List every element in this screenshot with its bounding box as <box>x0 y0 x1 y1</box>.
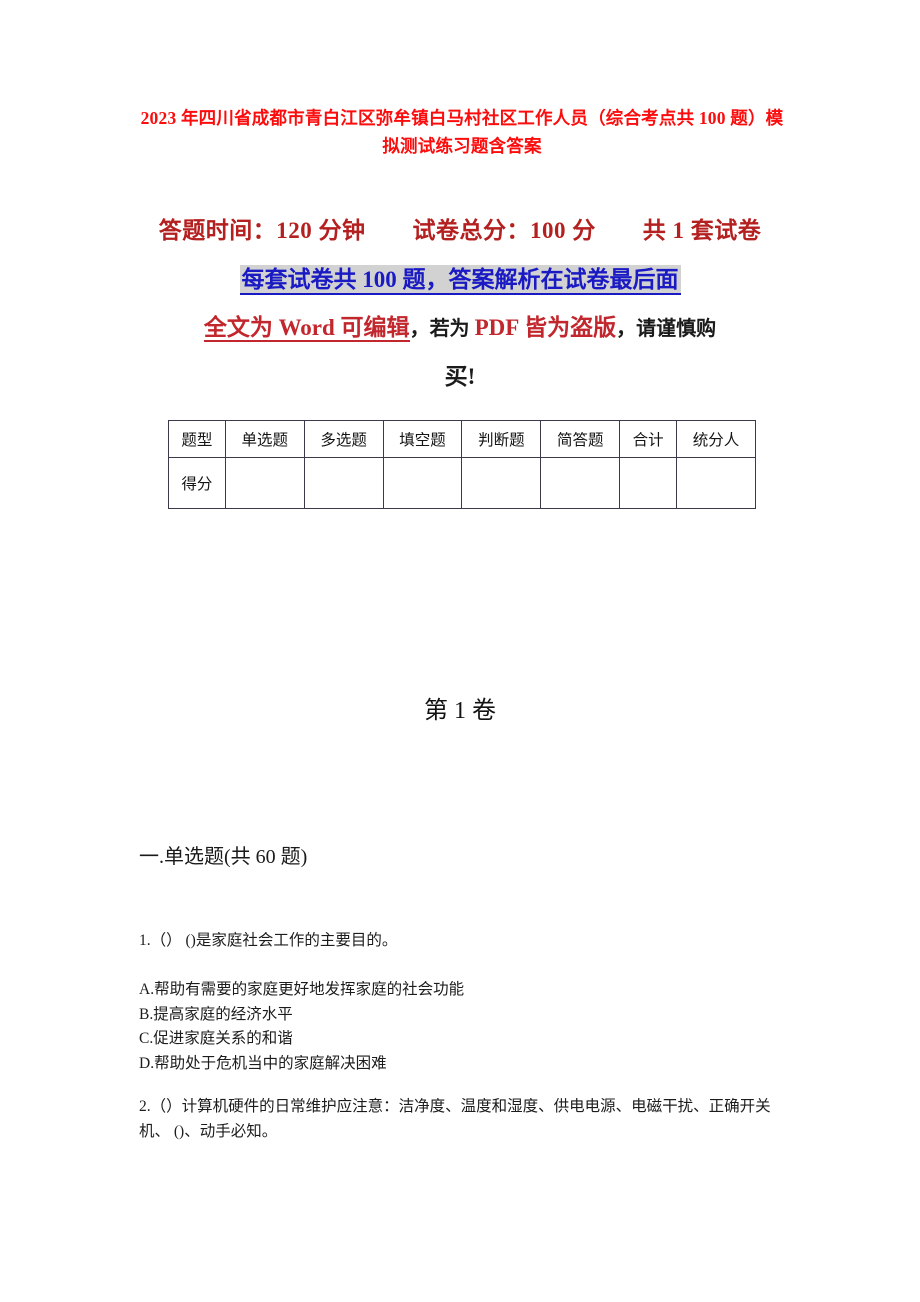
question-1-stem: 1.（） ()是家庭社会工作的主要目的。 <box>139 932 398 949</box>
score-cell-scorer[interactable] <box>676 457 756 509</box>
table-header-cell-5: 简答题 <box>540 420 621 458</box>
exam-info-line-answer-note: 每套试卷共 100 题，答案解析在试卷最后面 <box>0 260 920 295</box>
table-header-cell-6: 合计 <box>619 420 678 458</box>
exam-info-line-copyright-cont: 买! <box>444 364 476 389</box>
exam-info-line-copyright: 全文为 Word 可编辑，若为 PDF 皆为盗版，请谨慎购 <box>0 308 920 342</box>
copyright-plain-suffix: ，请谨慎购 <box>616 318 717 340</box>
word-editable-notice[interactable]: 全文为 Word 可编辑 <box>203 315 410 342</box>
table-header-cell-4: 判断题 <box>461 420 542 458</box>
score-cell-fill-blank[interactable] <box>382 457 463 509</box>
question-1-option-b[interactable]: B.提高家庭的经济水平 <box>139 1003 789 1028</box>
score-cell-multi-choice[interactable] <box>303 457 384 509</box>
table-header-cell-1: 单选题 <box>224 420 305 458</box>
pdf-piracy-notice: PDF 皆为盗版 <box>474 315 617 340</box>
score-cell-single-choice[interactable] <box>224 457 305 509</box>
volume-heading: 第 1 卷 <box>424 698 496 724</box>
document-title: 2023 年四川省成都市青白江区弥牟镇白马村社区工作人员（综合考点共 100 题… <box>140 108 784 156</box>
table-header-cell-3: 填空题 <box>382 420 463 458</box>
score-cell-total[interactable] <box>619 457 678 509</box>
question-1-option-c[interactable]: C.促进家庭关系的和谐 <box>139 1027 789 1052</box>
table-header-cell-0: 题型 <box>168 420 226 458</box>
question-1-option-a[interactable]: A.帮助有需要的家庭更好地发挥家庭的社会功能 <box>139 978 789 1003</box>
copyright-plain-prefix: 若为 <box>429 318 475 340</box>
table-header-cell-2: 多选题 <box>303 420 384 458</box>
score-cell-short-answer[interactable] <box>540 457 621 509</box>
question-2-stem: 2.（）计算机硬件的日常维护应注意：洁净度、温度和湿度、供电电源、电磁干扰、正确… <box>139 1098 771 1140</box>
exam-info-line-time-score: 答题时间：120 分钟 试卷总分：100 分 共 1 套试卷 <box>158 218 762 243</box>
table-header-cell-7: 统分人 <box>676 420 756 458</box>
table-row-label-score: 得分 <box>168 457 226 509</box>
document-page: 2023 年四川省成都市青白江区弥牟镇白马村社区工作人员（综合考点共 100 题… <box>0 0 920 1302</box>
table-row-header: 题型 单选题 多选题 填空题 判断题 简答题 合计 统分人 <box>168 420 756 458</box>
score-table: 题型 单选题 多选题 填空题 判断题 简答题 合计 统分人 得分 <box>168 420 756 509</box>
copyright-comma-1: ， <box>409 318 430 340</box>
score-cell-true-false[interactable] <box>461 457 542 509</box>
answer-note-highlight[interactable]: 每套试卷共 100 题，答案解析在试卷最后面 <box>239 265 681 295</box>
section-heading-single-choice: 一.单选题(共 60 题) <box>139 846 308 868</box>
question-1-option-d[interactable]: D.帮助处于危机当中的家庭解决困难 <box>139 1052 789 1077</box>
table-row: 得分 <box>168 457 756 509</box>
question-1-options: A.帮助有需要的家庭更好地发挥家庭的社会功能 B.提高家庭的经济水平 C.促进家… <box>139 978 789 1076</box>
